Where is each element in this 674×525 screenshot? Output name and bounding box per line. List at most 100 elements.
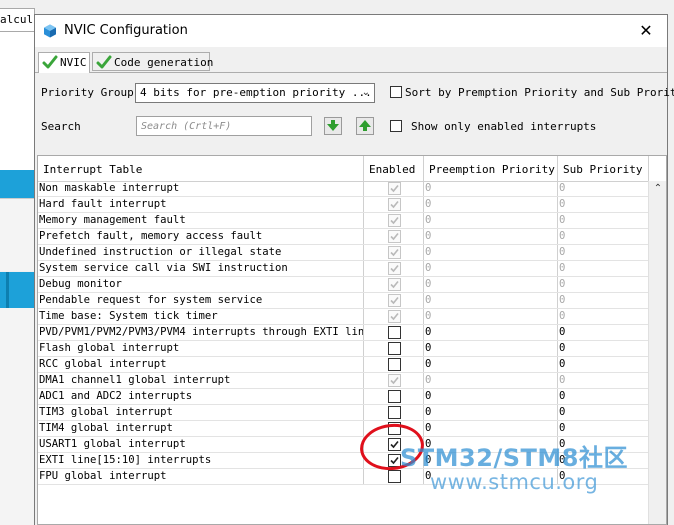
preemption-priority-cell: 0 [424, 373, 558, 388]
sub-priority-cell[interactable]: 0 [558, 341, 648, 356]
table-row[interactable]: System service call via SWI instruction 0… [38, 261, 648, 277]
sub-priority-cell: 0 [559, 182, 566, 194]
enabled-checkbox [388, 246, 401, 259]
priority-group-select[interactable]: 4 bits for pre-emption priority ... ⌄ [135, 83, 375, 103]
table-row[interactable]: Prefetch fault, memory access fault 0 0 [38, 229, 648, 245]
preemption-priority-cell: 0 [424, 229, 558, 244]
sub-priority-cell: 0 [559, 294, 566, 306]
interrupt-name: EXTI line[15:10] interrupts [38, 453, 364, 468]
tab-code-generation[interactable]: Code generation [92, 52, 214, 71]
header-preemption-priority[interactable]: Preemption Priority [424, 156, 558, 181]
header-sub-priority[interactable]: Sub Priority [558, 156, 648, 181]
interrupt-name: USART1 global interrupt [38, 437, 364, 452]
check-icon [390, 456, 399, 465]
preemption-priority-cell: 0 [424, 261, 558, 276]
close-button[interactable]: ✕ [631, 19, 661, 43]
sub-priority-cell[interactable]: 0 [558, 325, 648, 340]
priority-group-label: Priority Group [41, 86, 134, 99]
table-row[interactable]: Hard fault interrupt 0 0 [38, 197, 648, 213]
table-row[interactable]: Time base: System tick timer 0 0 [38, 309, 648, 325]
table-row[interactable]: Non maskable interrupt 0 0 [38, 181, 648, 197]
table-row[interactable]: Debug monitor 0 0 [38, 277, 648, 293]
table-row[interactable]: Undefined instruction or illegal state 0 0 [38, 245, 648, 261]
scroll-up-icon[interactable]: ⌃ [649, 183, 666, 197]
enabled-cell [364, 309, 424, 324]
enabled-cell [364, 325, 424, 340]
enabled-checkbox[interactable] [388, 326, 401, 339]
preemption-priority-cell: 0 [424, 293, 558, 308]
table-row[interactable]: DMA1 channel1 global interrupt 0 0 [38, 373, 648, 389]
watermark-url: www.stmcu.org [430, 470, 599, 494]
table-row[interactable]: TIM3 global interrupt 0 0 [38, 405, 648, 421]
preemption-priority-cell[interactable]: 0 [424, 325, 558, 340]
table-row[interactable]: Memory management fault 0 0 [38, 213, 648, 229]
enabled-cell [364, 261, 424, 276]
search-down-button[interactable] [324, 117, 342, 135]
table-header: Interrupt Table Enabled Preemption Prior… [38, 156, 648, 182]
enabled-checkbox [388, 310, 401, 323]
sub-priority-cell[interactable]: 0 [558, 389, 648, 404]
enabled-cell [364, 373, 424, 388]
table-row[interactable]: RCC global interrupt 0 0 [38, 357, 648, 373]
header-interrupt-table[interactable]: Interrupt Table [38, 156, 364, 181]
check-icon [390, 296, 399, 305]
sub-priority-cell[interactable]: 0 [558, 421, 648, 436]
sub-priority-cell[interactable]: 0 [558, 405, 648, 420]
preemption-priority-cell[interactable]: 0 [424, 421, 558, 436]
preemption-priority-cell[interactable]: 0 [424, 389, 558, 404]
check-icon [390, 280, 399, 289]
dialog-title: NVIC Configuration [64, 23, 188, 38]
enabled-cell [364, 197, 424, 212]
table-row[interactable]: PVD/PVM1/PVM2/PVM3/PVM4 interrupts throu… [38, 325, 648, 341]
search-up-button[interactable] [356, 117, 374, 135]
enabled-checkbox[interactable] [388, 342, 401, 355]
header-enabled[interactable]: Enabled [364, 156, 424, 181]
show-enabled-label: Show only enabled interrupts [411, 120, 597, 133]
enabled-checkbox[interactable] [388, 390, 401, 403]
check-icon [390, 264, 399, 273]
sub-priority-cell[interactable]: 0 [558, 357, 648, 372]
sub-priority-cell: 0 [559, 198, 566, 210]
enabled-checkbox[interactable] [388, 406, 401, 419]
enabled-cell [364, 389, 424, 404]
interrupt-name: Undefined instruction or illegal state [38, 245, 364, 260]
interrupt-name: FPU global interrupt [38, 469, 364, 484]
enabled-checkbox [388, 230, 401, 243]
search-input[interactable] [136, 116, 312, 136]
interrupt-name: ADC1 and ADC2 interrupts [38, 389, 364, 404]
interrupt-name: Debug monitor [38, 277, 364, 292]
preemption-priority-cell[interactable]: 0 [424, 405, 558, 420]
enabled-cell [364, 277, 424, 292]
preemption-priority-cell[interactable]: 0 [424, 341, 558, 356]
sort-checkbox[interactable] [390, 86, 402, 98]
background-toolbar-2 [0, 272, 34, 308]
enabled-cell [364, 181, 424, 196]
tab-nvic[interactable]: NVIC [38, 52, 90, 73]
interrupt-name: PVD/PVM1/PVM2/PVM3/PVM4 interrupts throu… [39, 325, 364, 340]
enabled-checkbox[interactable] [388, 422, 401, 435]
show-enabled-checkbox[interactable] [390, 120, 402, 132]
title-bar[interactable]: NVIC Configuration ✕ [35, 15, 667, 47]
table-row[interactable]: ADC1 and ADC2 interrupts 0 0 [38, 389, 648, 405]
enabled-checkbox[interactable] [388, 358, 401, 371]
enabled-cell [364, 293, 424, 308]
sub-priority-cell: 0 [559, 246, 566, 258]
interrupt-name: Time base: System tick timer [38, 309, 364, 324]
interrupt-name: Non maskable interrupt [38, 181, 364, 196]
background-lower-panel [0, 308, 34, 525]
interrupt-name: TIM3 global interrupt [38, 405, 364, 420]
tab-code-generation-label: Code generation [114, 56, 214, 69]
sub-priority-cell: 0 [559, 278, 566, 290]
check-icon [390, 312, 399, 321]
vertical-scrollbar[interactable]: ⌃ [648, 181, 666, 524]
arrow-down-icon [327, 120, 339, 131]
green-check-icon [42, 55, 58, 68]
table-row[interactable]: Flash global interrupt 0 0 [38, 341, 648, 357]
table-row[interactable]: TIM4 global interrupt 0 0 [38, 421, 648, 437]
enabled-cell [364, 421, 424, 436]
preemption-priority-cell[interactable]: 0 [424, 357, 558, 372]
table-row[interactable]: Pendable request for system service 0 0 [38, 293, 648, 309]
tab-nvic-label: NVIC [60, 56, 87, 69]
check-icon [390, 200, 399, 209]
sort-label: Sort by Premption Priority and Sub Prori… [405, 86, 674, 99]
